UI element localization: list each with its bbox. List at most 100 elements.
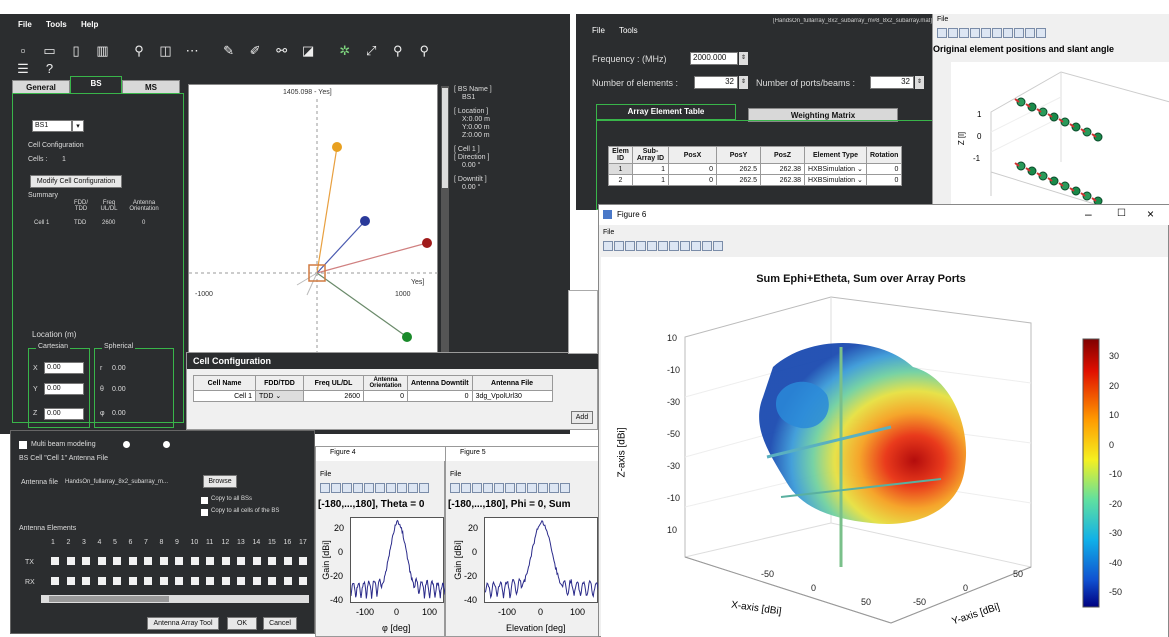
menu-file[interactable]: File (18, 20, 32, 29)
row1-posx[interactable]: 0 (669, 164, 717, 175)
print-icon[interactable] (959, 28, 969, 38)
row1-subarray[interactable]: 1 (633, 164, 669, 175)
zoom-out-icon[interactable]: ⚲ (415, 42, 433, 60)
figure-6-plot-area[interactable]: Sum Ephi+Etheta, Sum over Array Ports Z-… (601, 257, 1168, 637)
new-figure-icon[interactable] (320, 483, 330, 493)
tx-element-checkbox[interactable] (160, 557, 168, 565)
radio-2[interactable] (163, 441, 170, 448)
zoom-in-icon[interactable] (364, 483, 374, 493)
zoom-out-icon[interactable] (981, 28, 991, 38)
cancel-button[interactable]: Cancel (263, 617, 297, 630)
datatip-icon[interactable] (538, 483, 548, 493)
rx-element-checkbox[interactable] (144, 577, 152, 585)
row2-subarray[interactable]: 1 (633, 175, 669, 186)
freq-value[interactable]: 2600 (304, 391, 364, 402)
list-icon[interactable]: ☰ (14, 60, 32, 78)
rotate-icon[interactable] (397, 483, 407, 493)
tx-element-checkbox[interactable] (222, 557, 230, 565)
array-menu-file[interactable]: File (592, 26, 605, 35)
rx-element-checkbox[interactable] (82, 577, 90, 585)
radio-1[interactable] (123, 441, 130, 448)
datatip-icon[interactable] (691, 241, 701, 251)
pointer-icon[interactable] (353, 483, 363, 493)
row1-posz[interactable]: 262.38 (761, 164, 805, 175)
rx-element-checkbox[interactable] (222, 577, 230, 585)
legend-icon[interactable] (1036, 28, 1046, 38)
link-icon[interactable]: ⚯ (273, 42, 291, 60)
row2-posz[interactable]: 262.38 (761, 175, 805, 186)
cell-name-value[interactable]: Cell 1 (194, 391, 256, 402)
rotate-icon[interactable] (527, 483, 537, 493)
maximize-icon[interactable]: ☐ (1117, 208, 1126, 219)
ports-input[interactable]: 32 (870, 76, 914, 89)
rx-element-checkbox[interactable] (67, 577, 75, 585)
tx-element-checkbox[interactable] (284, 557, 292, 565)
ok-button[interactable]: OK (227, 617, 257, 630)
multibeam-checkbox[interactable] (19, 441, 27, 449)
colorbar-icon[interactable] (419, 483, 429, 493)
tx-element-checkbox[interactable] (268, 557, 276, 565)
print-icon[interactable] (342, 483, 352, 493)
zoom-in-icon[interactable] (647, 241, 657, 251)
open-icon[interactable]: ▭ (41, 42, 59, 60)
zoom-fit-icon[interactable]: ⤢ (362, 42, 380, 60)
antenna-array-tool-button[interactable]: Antenna Array Tool (147, 617, 219, 630)
figure-5-plot[interactable] (484, 517, 598, 603)
help-icon[interactable]: ? (41, 60, 59, 78)
z-input[interactable]: 0.00 (44, 408, 84, 420)
bs-select[interactable]: BS1 (32, 120, 72, 132)
colorbar-icon[interactable] (702, 241, 712, 251)
pointer-icon[interactable] (483, 483, 493, 493)
minimize-icon[interactable]: – (1085, 207, 1092, 221)
row1-posy[interactable]: 262.5 (717, 164, 761, 175)
tx-element-checkbox[interactable] (51, 557, 59, 565)
zoom-in-icon[interactable]: ⚲ (389, 42, 407, 60)
figure-6-menu[interactable]: File (603, 229, 614, 236)
figure-5-menu[interactable]: File (450, 471, 461, 478)
pan-icon[interactable] (992, 28, 1002, 38)
bs-select-arrow[interactable]: ▾ (72, 120, 84, 132)
legend-icon[interactable] (713, 241, 723, 251)
figure-4-menu[interactable]: File (320, 471, 331, 478)
row1-elem-id[interactable]: 1 (609, 164, 633, 175)
save-figure-icon[interactable] (331, 483, 341, 493)
zoom-out-icon[interactable] (658, 241, 668, 251)
y-input[interactable]: 0.00 (44, 383, 84, 395)
tx-element-checkbox[interactable] (175, 557, 183, 565)
print-icon[interactable] (625, 241, 635, 251)
map-scroll-thumb[interactable] (442, 88, 448, 188)
positions-menu[interactable]: File (937, 16, 948, 23)
tx-element-checkbox[interactable] (82, 557, 90, 565)
colorbar-icon[interactable] (549, 483, 559, 493)
zoom-out-icon[interactable] (505, 483, 515, 493)
legend-icon[interactable] (560, 483, 570, 493)
zoom-in-icon[interactable] (494, 483, 504, 493)
new-bs-icon[interactable]: ▫ (14, 42, 32, 60)
menu-help[interactable]: Help (81, 20, 98, 29)
rotate-icon[interactable] (680, 241, 690, 251)
tab-array-element-table[interactable]: Array Element Table (596, 104, 736, 120)
map-plot[interactable]: 1405.098 - Yes] -1000 1000 Yes] (188, 84, 438, 360)
row2-elem-id[interactable]: 2 (609, 175, 633, 186)
pan-icon[interactable] (669, 241, 679, 251)
tab-ms[interactable]: MS (122, 80, 180, 94)
pos-icon[interactable]: ⋯ (183, 42, 201, 60)
rx-element-checkbox[interactable] (299, 577, 307, 585)
browse-button[interactable]: Browse (203, 475, 237, 488)
datatip-icon[interactable] (408, 483, 418, 493)
rx-element-checkbox[interactable] (98, 577, 106, 585)
zoom-out-icon[interactable] (375, 483, 385, 493)
ports-spinner[interactable]: ⇕ (915, 76, 924, 89)
row2-rotation[interactable]: 0 (867, 175, 902, 186)
elements-scroll-thumb[interactable] (49, 596, 169, 602)
antenna-file-value[interactable]: 3dg_VpolUrl30 (472, 391, 552, 402)
orientation-value[interactable]: 0 (364, 391, 408, 402)
figure-4-plot[interactable] (350, 517, 444, 603)
tx-element-checkbox[interactable] (67, 557, 75, 565)
save-figure-icon[interactable] (948, 28, 958, 38)
frequency-spinner[interactable]: ⇕ (739, 52, 748, 65)
row1-rotation[interactable]: 0 (867, 164, 902, 175)
tx-element-checkbox[interactable] (144, 557, 152, 565)
new-figure-icon[interactable] (937, 28, 947, 38)
close-icon[interactable]: × (1147, 207, 1154, 221)
